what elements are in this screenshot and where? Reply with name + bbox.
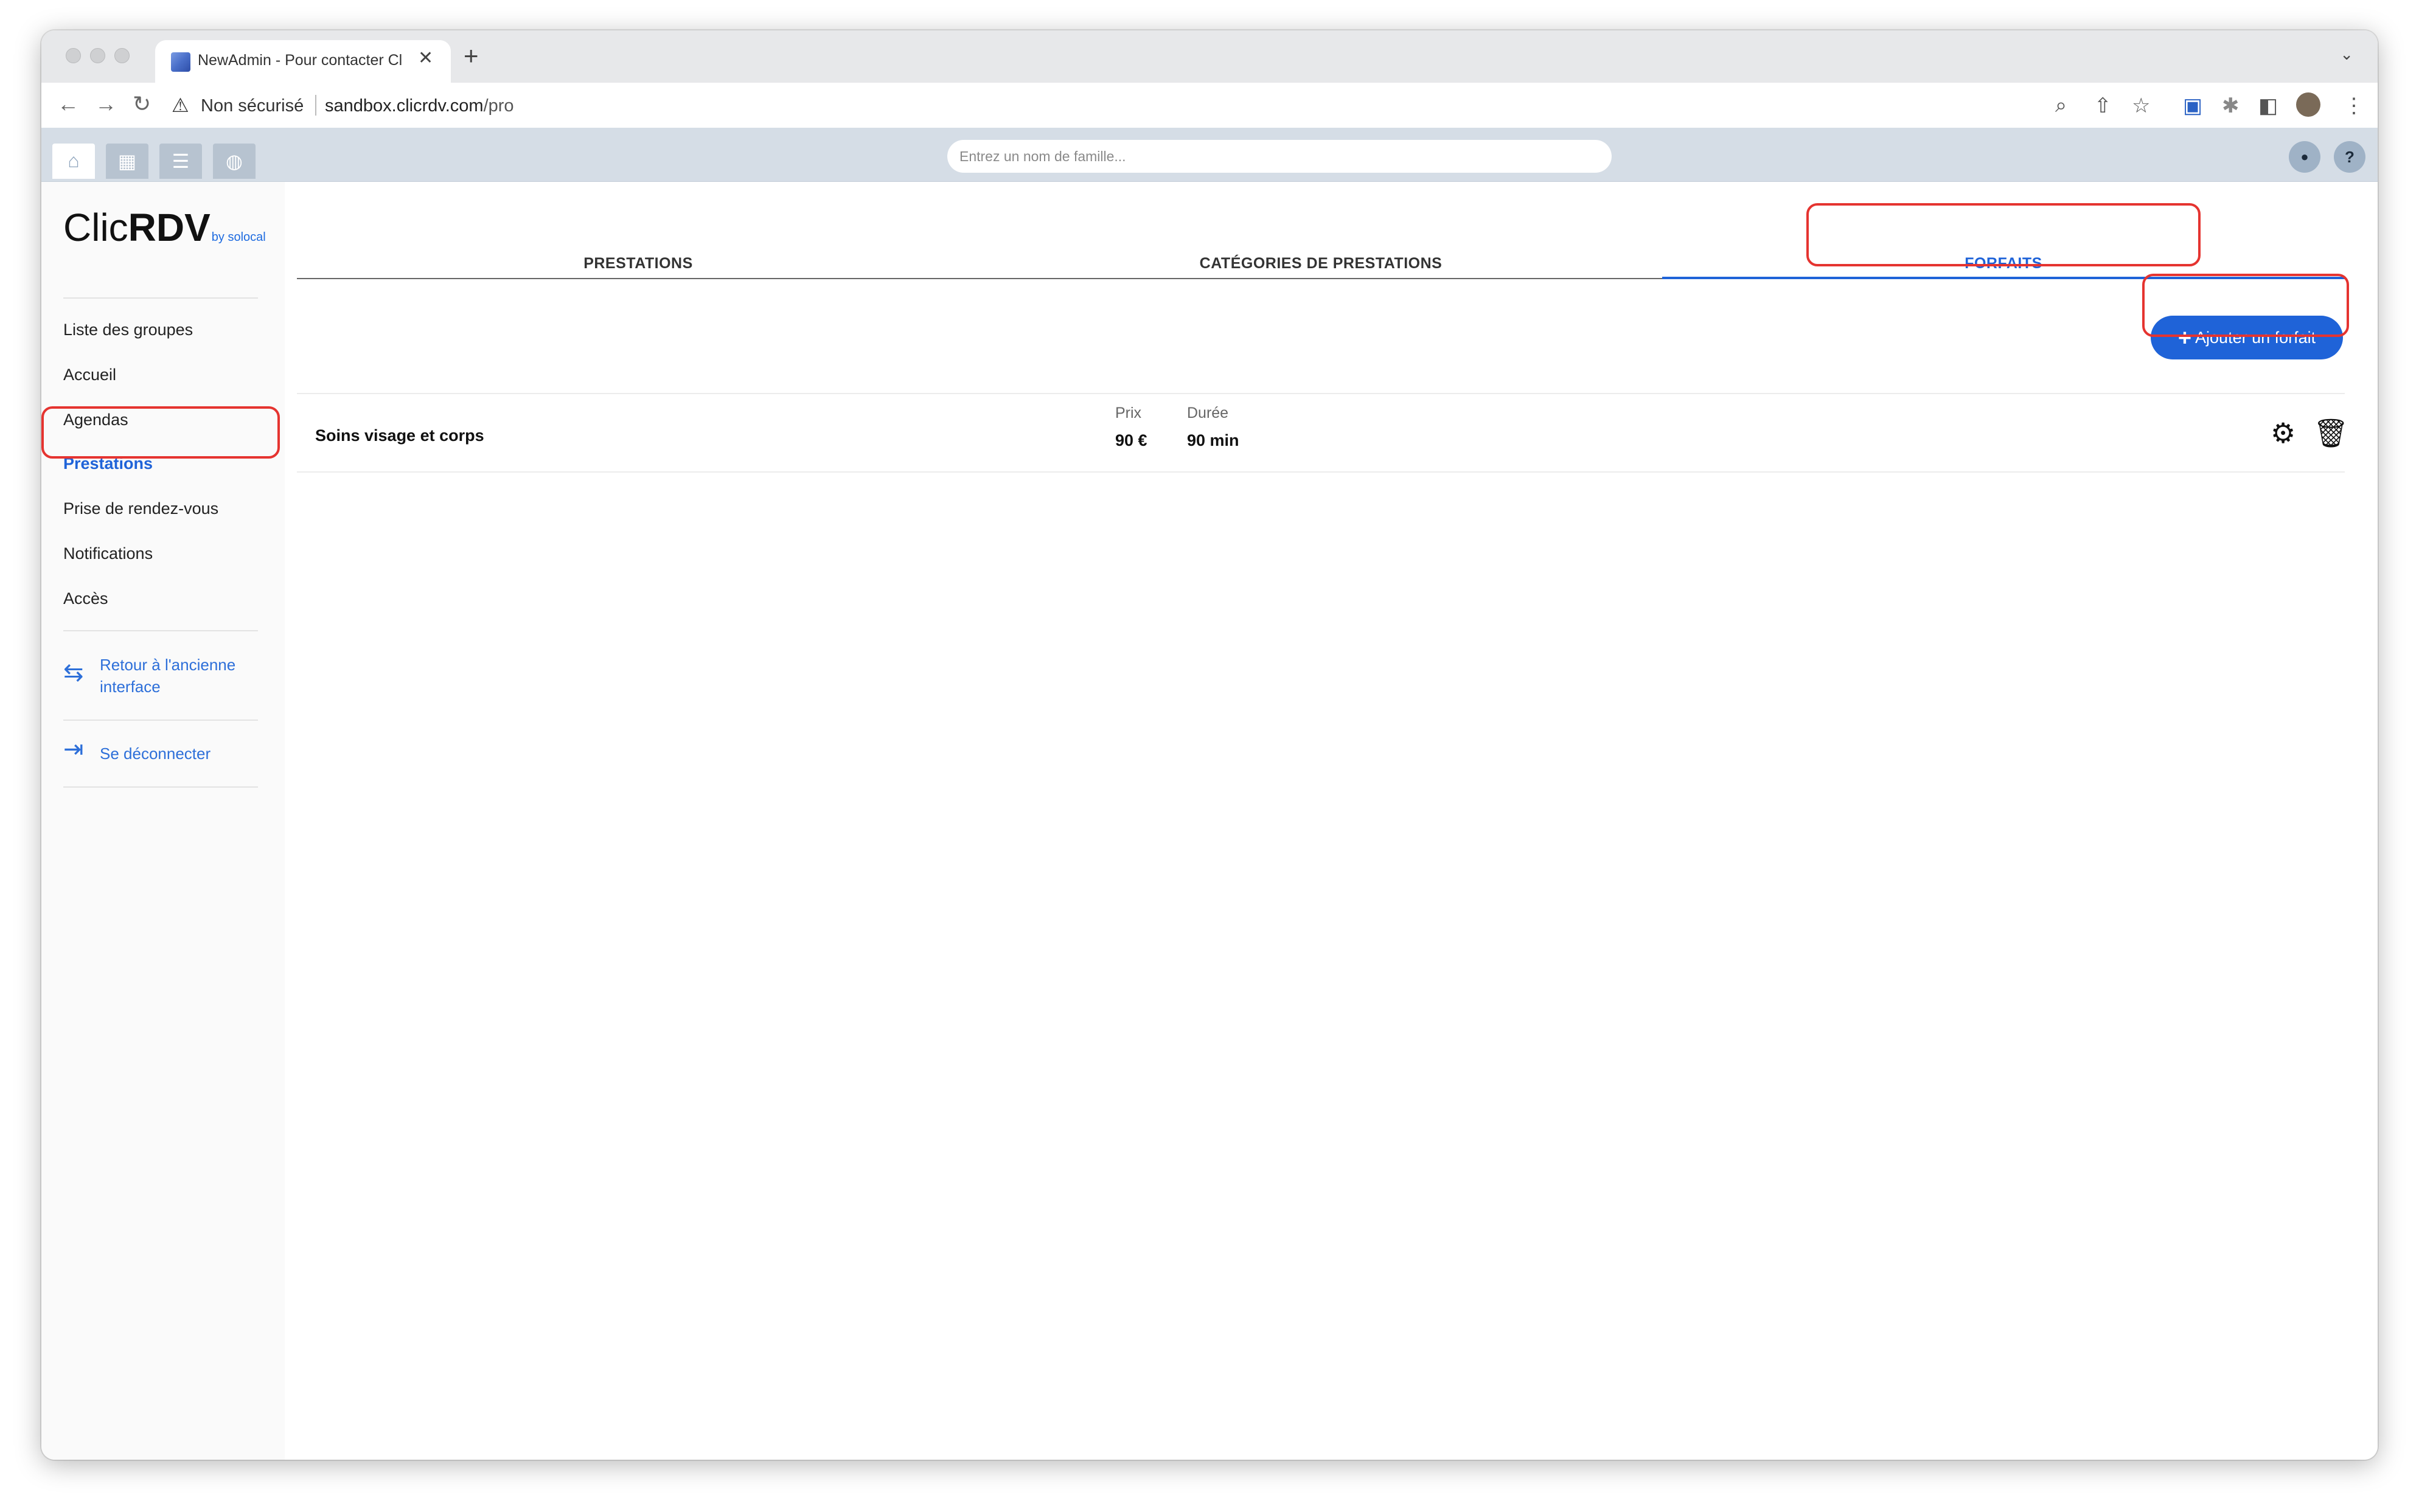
- browser-window: NewAdmin - Pour contacter Cl ✕ + ⌄ ← → ↻…: [41, 30, 2378, 1460]
- sidebar-item-notifications[interactable]: Notifications: [63, 544, 153, 563]
- url-host: sandbox.clicrdv.com: [325, 96, 484, 116]
- sidebar-divider: [63, 786, 258, 788]
- extension-s-icon[interactable]: ▣: [2183, 94, 2202, 118]
- price-label: Prix: [1115, 404, 1142, 421]
- highlight-prestations: [41, 406, 280, 459]
- user-icon[interactable]: ●: [2289, 141, 2320, 173]
- sidebar-divider: [63, 297, 258, 299]
- table-row: Soins visage et corps Prix 90 € Durée 90…: [297, 394, 2348, 469]
- list-nav-button[interactable]: ☰: [159, 144, 202, 179]
- address-bar: ← → ↻ ⚠ Non sécurisé sandbox.clicrdv.com…: [41, 83, 2378, 128]
- tab-close-icon[interactable]: ✕: [418, 47, 433, 69]
- tab-label: CATÉGORIES DE PRESTATIONS: [1199, 255, 1443, 272]
- sidebar-item-liste-des-groupes[interactable]: Liste des groupes: [63, 321, 193, 339]
- app-header: ⌂ ▦ ☰ ◍ ● ?: [41, 128, 2378, 182]
- url-path: /pro: [483, 96, 514, 116]
- minimize-window-button[interactable]: [90, 48, 105, 63]
- new-tab-button[interactable]: +: [464, 41, 479, 71]
- share-icon[interactable]: ⇧: [2094, 94, 2112, 118]
- tab-categories-de-prestations[interactable]: CATÉGORIES DE PRESTATIONS: [980, 182, 1662, 279]
- logo-text-rdv: RDV: [128, 206, 211, 249]
- globe-icon: ◍: [226, 150, 243, 172]
- favicon-icon: [171, 52, 190, 72]
- back-link-label: Retour à l'ancienne interface: [100, 656, 236, 696]
- tab-search-icon[interactable]: ⌄: [2340, 45, 2353, 64]
- close-window-button[interactable]: [66, 48, 81, 63]
- profile-avatar[interactable]: [2296, 92, 2320, 117]
- logo-by-solocal: by solocal: [211, 231, 266, 244]
- tab-underline: [980, 278, 1662, 279]
- sidebar-item-acces[interactable]: Accès: [63, 589, 108, 608]
- home-icon: ⌂: [68, 150, 80, 172]
- tab-label: PRESTATIONS: [583, 255, 693, 272]
- calendar-nav-button[interactable]: ▦: [106, 144, 148, 179]
- side-panel-icon[interactable]: ◧: [2258, 94, 2278, 118]
- main-content: PRESTATIONS CATÉGORIES DE PRESTATIONS FO…: [285, 182, 2378, 1460]
- clicrdv-logo: ClicRDV by solocal: [63, 205, 266, 250]
- logout-label: Se déconnecter: [100, 744, 211, 763]
- highlight-add-button: [2142, 274, 2349, 337]
- tab-strip: NewAdmin - Pour contacter Cl ✕ + ⌄: [41, 30, 2378, 83]
- url-text: sandbox.clicrdv.com/pro: [325, 96, 514, 116]
- swap-arrows-icon: ⇆: [63, 659, 84, 686]
- logout-icon: ⇥: [63, 736, 84, 763]
- delete-trash-icon[interactable]: 🗑: [2313, 417, 2348, 450]
- forward-icon[interactable]: →: [95, 91, 117, 117]
- forfait-name: Soins visage et corps: [315, 426, 484, 445]
- back-icon[interactable]: ←: [57, 91, 79, 117]
- row-divider: [297, 471, 2345, 473]
- globe-nav-button[interactable]: ◍: [213, 144, 256, 179]
- omnibox[interactable]: ⚠ Non sécurisé sandbox.clicrdv.com/pro: [170, 89, 2288, 122]
- sidebar-item-accueil[interactable]: Accueil: [63, 366, 116, 384]
- tab-title: NewAdmin - Pour contacter Cl: [198, 52, 403, 69]
- tab-prestations[interactable]: PRESTATIONS: [297, 182, 980, 279]
- duration-label: Durée: [1187, 404, 1229, 421]
- home-nav-button[interactable]: ⌂: [52, 144, 95, 179]
- help-button[interactable]: ?: [2334, 141, 2365, 173]
- not-secure-label: Non sécurisé: [201, 96, 304, 116]
- calendar-icon: ▦: [117, 150, 137, 172]
- family-name-search-input[interactable]: [947, 140, 1612, 173]
- sidebar-divider: [63, 630, 258, 631]
- sidebar-item-prise-de-rendez-vous[interactable]: Prise de rendez-vous: [63, 499, 218, 518]
- duration-value: 90 min: [1187, 431, 1239, 449]
- highlight-forfaits-tab: [1806, 203, 2201, 266]
- bookmark-star-icon[interactable]: ☆: [2132, 94, 2150, 118]
- zoom-icon[interactable]: ⌕: [2055, 94, 2067, 117]
- omnibox-separator: [315, 95, 316, 116]
- reload-icon[interactable]: ↻: [133, 91, 151, 117]
- browser-menu-icon[interactable]: ⋮: [2344, 94, 2364, 118]
- price-value: 90 €: [1115, 431, 1147, 449]
- settings-gear-icon[interactable]: ⚙: [2271, 417, 2295, 449]
- warning-icon: ⚠: [172, 94, 189, 116]
- logo-text-clic: Clic: [63, 206, 128, 249]
- sidebar-divider: [63, 720, 258, 721]
- list-icon: ☰: [172, 150, 190, 172]
- tab-underline: [297, 278, 980, 279]
- sidebar: ClicRDV by solocal Liste des groupes Accu…: [41, 182, 285, 1460]
- browser-tab[interactable]: NewAdmin - Pour contacter Cl ✕: [155, 40, 451, 83]
- maximize-window-button[interactable]: [114, 48, 130, 63]
- extensions-puzzle-icon[interactable]: ✱: [2222, 94, 2240, 118]
